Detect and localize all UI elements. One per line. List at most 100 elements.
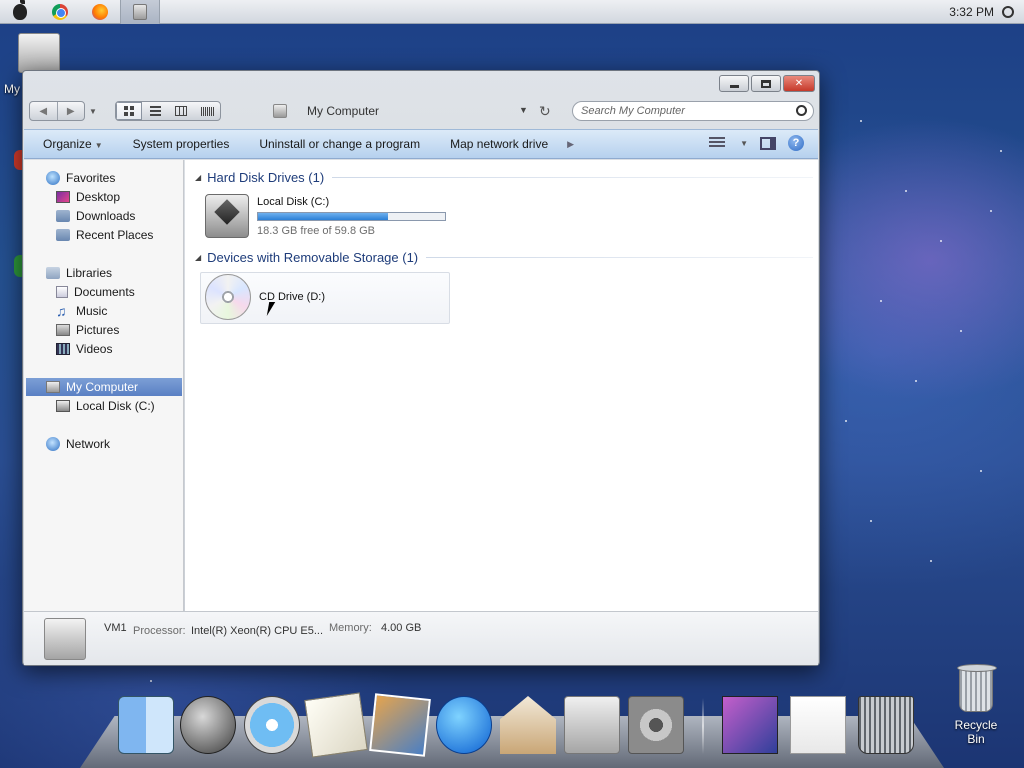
list-view-button[interactable] (142, 102, 168, 120)
recycle-bin[interactable]: Recycle Bin (946, 664, 1006, 746)
sidebar-item-recent-places[interactable]: Recent Places (56, 226, 153, 244)
forward-button[interactable]: ▶ (56, 102, 85, 120)
search-input[interactable]: Search My Computer (572, 101, 814, 121)
dock-separator (702, 698, 704, 754)
sidebar-item-label: My Computer (66, 380, 139, 394)
desktop-computer-icon[interactable] (18, 33, 60, 73)
recycle-bin-icon[interactable] (957, 664, 997, 712)
sidebar-item-label: Videos (76, 342, 113, 356)
photo-icon[interactable] (369, 693, 431, 757)
change-view-icon[interactable] (709, 137, 726, 149)
grid-icon (124, 106, 134, 116)
minimize-icon (729, 84, 739, 88)
documents-icon (56, 286, 68, 298)
recent-pages-dropdown[interactable]: ▼ (89, 107, 97, 116)
back-arrow-icon: ◀ (39, 105, 48, 117)
sidebar-item-network[interactable]: Network (46, 435, 110, 453)
map-network-drive-button[interactable]: Map network drive (450, 137, 548, 151)
network-icon (46, 437, 60, 451)
icon-view-button[interactable] (116, 102, 142, 120)
more-commands-icon[interactable]: ▶ (567, 139, 574, 150)
dock (110, 692, 930, 762)
sidebar-item-label: Desktop (76, 190, 121, 204)
sidebar-item-local-disk[interactable]: Local Disk (C:) (56, 397, 155, 415)
sidebar-item-libraries[interactable]: Libraries (46, 264, 112, 282)
libraries-icon (46, 267, 60, 279)
divider (332, 177, 813, 178)
group-header-label: Hard Disk Drives (1) (207, 170, 325, 185)
recent-places-icon (56, 229, 70, 241)
apple-icon[interactable] (0, 0, 40, 24)
view-dropdown-icon[interactable]: ▼ (740, 139, 748, 148)
close-icon: ✕ (794, 78, 804, 89)
content-pane: ◢ Hard Disk Drives (1) Local Disk (C:) 1… (185, 160, 818, 611)
drive-usage-fill (258, 212, 388, 220)
nav-buttons: ◀ ▶ (29, 101, 85, 121)
recycle-bin-label[interactable]: Recycle Bin (946, 718, 1006, 746)
minimize-button[interactable] (719, 75, 749, 92)
uninstall-program-button[interactable]: Uninstall or change a program (259, 137, 420, 151)
column-view-button[interactable] (168, 102, 194, 120)
sidebar-item-label: Downloads (76, 209, 136, 223)
sidebar-item-label: Local Disk (C:) (76, 399, 155, 413)
safari-icon[interactable] (244, 696, 300, 754)
maximize-button[interactable] (751, 75, 781, 92)
spotlight-icon[interactable] (1002, 5, 1014, 18)
back-button[interactable]: ◀ (30, 102, 57, 120)
downloads-folder-icon (56, 210, 70, 222)
processor-label: Processor: (133, 625, 186, 637)
list-icon (149, 106, 161, 116)
launchpad-icon[interactable] (180, 696, 236, 754)
removable-storage-group: ◢ Devices with Removable Storage (1) (195, 250, 813, 265)
document-icon[interactable] (790, 696, 846, 754)
menu-clock[interactable]: 3:32 PM (949, 5, 994, 19)
address-dropdown-icon[interactable]: ▼ (519, 105, 528, 115)
desktop-icon (56, 191, 70, 203)
sidebar-item-documents[interactable]: Documents (56, 283, 135, 301)
computer-icon[interactable] (120, 0, 160, 24)
sidebar-item-downloads[interactable]: Downloads (56, 207, 135, 225)
drive-d-content[interactable]: CD Drive (D:) (205, 274, 325, 320)
preview-pane-icon[interactable] (760, 136, 776, 150)
system-prefs-icon[interactable] (628, 696, 684, 754)
menu-bar: 3:32 PM (0, 0, 1024, 24)
home-icon[interactable] (500, 696, 556, 754)
address-bar[interactable]: My Computer (307, 104, 379, 118)
command-bar: Organize ▼ System properties Uninstall or… (24, 129, 818, 159)
finder-icon[interactable] (118, 696, 174, 754)
drive-usage-bar (257, 211, 446, 221)
music-note-icon: ♫ (56, 303, 67, 319)
sidebar-item-music[interactable]: ♫ Music (56, 302, 107, 320)
videos-icon (56, 343, 70, 355)
desktop-computer-label[interactable]: My (4, 82, 20, 96)
organize-button[interactable]: Organize ▼ (43, 137, 103, 151)
group-header[interactable]: ◢ Devices with Removable Storage (1) (195, 250, 813, 265)
organize-label: Organize (43, 137, 92, 151)
refresh-icon[interactable]: ↻ (539, 104, 551, 118)
mail-icon[interactable] (304, 692, 368, 758)
title-bar[interactable]: ✕ (23, 71, 819, 95)
maximize-icon (761, 79, 771, 88)
sidebar-item-label: Music (76, 304, 108, 318)
collapse-icon[interactable]: ◢ (195, 253, 201, 262)
firefox-icon[interactable] (80, 0, 120, 24)
collapse-icon[interactable]: ◢ (195, 173, 201, 182)
macpro-icon[interactable] (564, 696, 620, 754)
trash-icon[interactable] (858, 696, 914, 754)
sidebar-item-pictures[interactable]: Pictures (56, 321, 119, 339)
search-icon[interactable] (796, 105, 807, 116)
group-header[interactable]: ◢ Hard Disk Drives (1) (195, 170, 813, 185)
drive-c-tile[interactable]: Local Disk (C:) 18.3 GB free of 59.8 GB (205, 194, 446, 238)
close-button[interactable]: ✕ (783, 75, 815, 92)
chrome-icon[interactable] (40, 0, 80, 24)
lion-icon[interactable] (722, 696, 778, 754)
sidebar-item-favorites[interactable]: Favorites (46, 169, 115, 187)
sidebar-item-videos[interactable]: Videos (56, 340, 112, 358)
sidebar-item-my-computer[interactable]: My Computer (26, 378, 182, 396)
itunes-icon[interactable] (436, 696, 492, 754)
sidebar-item-desktop[interactable]: Desktop (56, 188, 120, 206)
help-icon[interactable]: ? (788, 135, 804, 151)
system-properties-button[interactable]: System properties (133, 137, 230, 151)
columns-icon (175, 106, 187, 116)
coverflow-view-button[interactable] (194, 102, 220, 120)
